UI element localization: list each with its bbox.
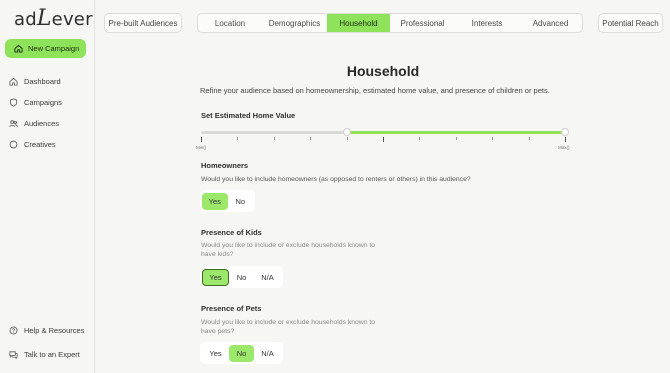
audience-tabs: Location Demographics Household Professi… [197,13,583,33]
home-value-label: Set Estimated Home Value [201,111,296,120]
homeowners-question: Would you like to include homeowners (as… [201,176,471,183]
slider-tick [346,137,348,140]
new-campaign-button[interactable]: New Campaign [5,39,86,58]
slider-tick [565,137,566,142]
slider-handle-max[interactable] [561,128,569,136]
logo: adLever [14,6,93,31]
kids-na-button[interactable]: N/A [254,269,281,286]
home-icon [9,77,18,86]
circle-icon [9,140,18,149]
sidebar-item-label: Creatives [24,140,56,149]
prebuilt-audiences-button[interactable]: Pre-built Audiences [104,13,182,33]
kids-question-line2: have kids? [201,251,234,258]
tab-household[interactable]: Household [327,14,390,32]
slider-range-fill [346,131,565,134]
homeowners-yes-button[interactable]: Yes [202,192,228,210]
pets-toggle: Yes No N/A [200,342,283,364]
pets-question-line1: Would you like to include or exclude hou… [201,319,376,326]
sidebar-item-label: Talk to an Expert [24,350,80,359]
homeowners-label: Homeowners [201,161,249,170]
slider-handle-min[interactable] [342,128,351,136]
homeowners-toggle: Yes No [200,190,255,212]
page-title: Household [346,63,420,79]
sidebar-item-audiences[interactable]: Audiences [9,119,59,128]
sidebar: adLever New Campaign Dashboard Campaigns… [0,0,95,373]
sidebar-item-label: Audiences [24,119,60,128]
slider-tick [383,137,384,142]
pets-yes-button[interactable]: Yes [202,345,229,362]
new-campaign-label: New Campaign [28,44,80,53]
pets-na-button[interactable]: N/A [254,345,281,362]
slider-tick [310,137,312,140]
sidebar-item-dashboard[interactable]: Dashboard [9,77,61,86]
tab-demographics[interactable]: Demographics [262,14,327,32]
slider-tick [201,137,202,142]
help-icon [9,326,18,335]
slider-tick [492,137,494,140]
slider-tick [455,137,457,140]
kids-question-line1: Would you like to include or exclude hou… [201,242,376,249]
kids-label: Presence of Kids [201,228,262,237]
tab-advanced[interactable]: Advanced [519,14,582,32]
kids-yes-button[interactable]: Yes [202,268,229,286]
kids-no-button[interactable]: No [229,269,254,286]
slider-tick [528,137,530,140]
potential-reach-button[interactable]: Potential Reach [598,13,663,33]
sidebar-item-expert[interactable]: Talk to an Expert [9,350,80,359]
pets-label: Presence of Pets [201,304,262,313]
sidebar-item-label: Campaigns [24,98,62,107]
page-subtitle: Refine your audience based on homeowners… [200,86,550,95]
sidebar-item-label: Help & Resources [24,326,85,335]
tab-location[interactable]: Location [198,14,262,32]
users-icon [9,120,18,128]
slider-tick [419,137,421,140]
tab-interests[interactable]: Interests [455,14,519,32]
home-icon [14,44,23,53]
slider-min-label: Min() [196,145,207,150]
sidebar-item-campaigns[interactable]: Campaigns [9,98,62,107]
kids-toggle: Yes No N/A [200,266,283,288]
sidebar-item-help[interactable]: Help & Resources [9,326,84,335]
home-value-slider[interactable] [201,128,569,136]
homeowners-no-button[interactable]: No [228,193,254,210]
app-root: adLever New Campaign Dashboard Campaigns… [0,0,670,373]
tab-professional[interactable]: Professional [390,14,455,32]
sidebar-item-creatives[interactable]: Creatives [9,140,56,149]
shield-icon [9,98,18,107]
pets-question-line2: have pets? [201,328,235,335]
slider-tick [237,137,239,140]
pets-no-button[interactable]: No [229,344,254,362]
slider-tick [273,137,275,140]
slider-max-label: Max() [558,145,570,150]
sidebar-item-label: Dashboard [24,77,61,86]
chat-icon [9,351,18,359]
